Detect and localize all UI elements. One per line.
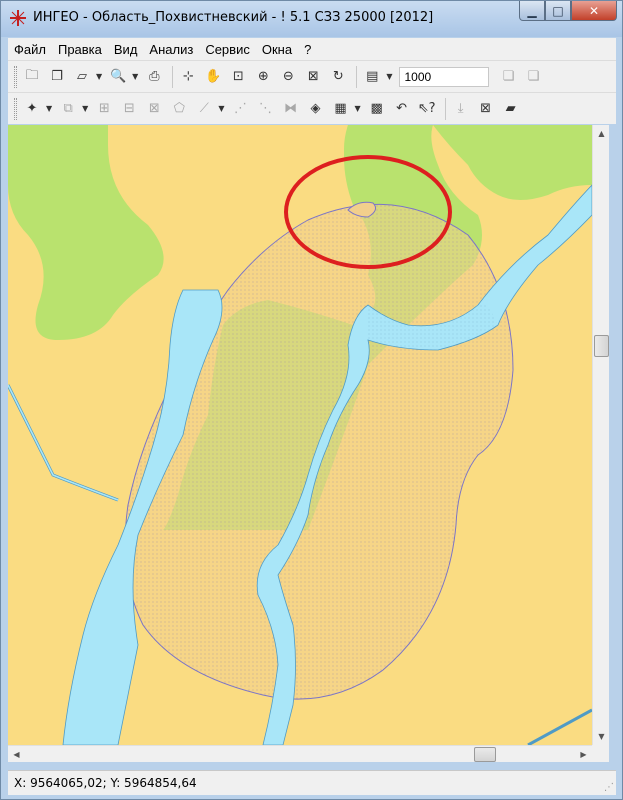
- main-toolbar: 🗀 ❐ ▱▼ 🔍▼ ⎙ ⊹ ✋ ⊡ ⊕ ⊖ ⊠ ↻ ▤▼ ❏ ❏: [8, 60, 616, 92]
- scrollbar-corner: [592, 745, 609, 762]
- toolbar-separator: [444, 97, 446, 120]
- maximize-icon: □: [552, 3, 564, 18]
- zoom-window-icon[interactable]: ⊡: [227, 66, 249, 88]
- menu-file[interactable]: Файл: [14, 42, 46, 57]
- minimize-button[interactable]: ▁: [519, 1, 545, 21]
- toolbar-grip[interactable]: [14, 65, 17, 88]
- toolbar-grip[interactable]: [14, 97, 17, 120]
- menu-bar: Файл Правка Вид Анализ Сервис Окна ?: [8, 38, 616, 60]
- minimize-icon: ▁: [527, 3, 537, 18]
- maximize-button[interactable]: □: [545, 1, 571, 21]
- toolbar-separator: [356, 65, 358, 88]
- polygon-icon[interactable]: ⬠: [168, 98, 190, 120]
- vertical-scrollbar[interactable]: ▲ ▼: [592, 125, 609, 745]
- layer-icon[interactable]: ▰: [500, 98, 522, 120]
- scroll-up-icon[interactable]: ▲: [593, 125, 610, 142]
- resize-grip-icon[interactable]: ⋰: [604, 782, 614, 793]
- window-controls: ▁ □ ✕: [519, 1, 617, 21]
- layer-manager-icon[interactable]: ❐: [46, 66, 68, 88]
- map-canvas[interactable]: [8, 125, 592, 745]
- menu-windows[interactable]: Окна: [262, 42, 292, 57]
- page-paste-icon[interactable]: ❏: [522, 66, 544, 88]
- scale-icon[interactable]: ▤: [361, 66, 383, 88]
- title-bar[interactable]: ИНГЕО - Область_Похвистневский - ! 5.1 С…: [1, 1, 622, 37]
- menu-analysis[interactable]: Анализ: [149, 42, 193, 57]
- measure-icon[interactable]: ⊹: [177, 66, 199, 88]
- copy-object-icon[interactable]: ⧉: [57, 98, 79, 120]
- window-title: ИНГЕО - Область_Похвистневский - ! 5.1 С…: [33, 10, 434, 25]
- style-icon[interactable]: ◈: [304, 98, 326, 120]
- horizontal-scroll-thumb[interactable]: [474, 747, 496, 762]
- app-logo-icon: [10, 10, 26, 26]
- object-delete-icon[interactable]: ⊠: [143, 98, 165, 120]
- chevron-down-icon[interactable]: ▼: [218, 104, 224, 113]
- import-icon[interactable]: ⤓: [450, 98, 472, 120]
- new-object-icon[interactable]: ✦: [21, 98, 43, 120]
- help-pointer-icon[interactable]: ⇖?: [416, 98, 438, 120]
- creek-west: [8, 384, 119, 502]
- status-bar: X: 9564065,02; Y: 5964854,64 ⋰: [8, 770, 616, 795]
- chevron-down-icon[interactable]: ▼: [132, 72, 138, 81]
- eraser-icon[interactable]: ▱: [71, 66, 93, 88]
- scroll-right-icon[interactable]: ▶: [575, 746, 592, 763]
- print-icon[interactable]: ⎙: [143, 66, 165, 88]
- chevron-down-icon[interactable]: ▼: [82, 104, 88, 113]
- zoom-in-icon[interactable]: ⊕: [252, 66, 274, 88]
- creek-east: [527, 708, 592, 745]
- refresh-icon[interactable]: ↻: [327, 66, 349, 88]
- zoom-out-icon[interactable]: ⊖: [277, 66, 299, 88]
- toolbar-separator: [172, 65, 174, 88]
- scroll-left-icon[interactable]: ◀: [8, 746, 25, 763]
- pan-icon[interactable]: ✋: [202, 66, 224, 88]
- close-button[interactable]: ✕: [571, 1, 617, 21]
- map-svg: [8, 125, 592, 745]
- chevron-down-icon[interactable]: ▼: [386, 72, 392, 81]
- line-edit-icon[interactable]: ⟋: [193, 98, 215, 120]
- forest-area-northeast: [433, 125, 592, 200]
- edit-toolbar: ✦ ▼ ⧉ ▼ ⊞ ⊟ ⊠ ⬠ ⟋ ▼ ⋰ ⋱ ⧓ ◈ ▦ ▼ ▩ ↶ ⇖? ⤓ ⊠ ▰: [8, 92, 616, 124]
- scroll-down-icon[interactable]: ▼: [593, 728, 610, 745]
- open-layer-icon[interactable]: 🗀: [21, 66, 43, 88]
- page-copy-icon[interactable]: ❏: [497, 66, 519, 88]
- node-add-icon[interactable]: ⋰: [229, 98, 251, 120]
- merge-icon[interactable]: ⧓: [279, 98, 301, 120]
- app-window: ИНГЕО - Область_Похвистневский - ! 5.1 С…: [0, 0, 623, 800]
- creek-west-inner: [8, 384, 119, 501]
- menu-edit[interactable]: Правка: [58, 42, 102, 57]
- node-delete-icon[interactable]: ⋱: [254, 98, 276, 120]
- table-icon[interactable]: ▦: [329, 98, 351, 120]
- forest-area-west: [8, 125, 164, 340]
- select-icon[interactable]: 🔍: [107, 66, 129, 88]
- semantics-icon[interactable]: ▩: [366, 98, 388, 120]
- export-icon[interactable]: ⊠: [475, 98, 497, 120]
- coordinates-readout: X: 9564065,02; Y: 5964854,64: [14, 776, 197, 790]
- menu-help[interactable]: ?: [304, 42, 311, 57]
- undo-icon[interactable]: ↶: [391, 98, 413, 120]
- menu-service[interactable]: Сервис: [205, 42, 250, 57]
- scale-input[interactable]: [399, 66, 490, 87]
- zoom-extent-icon[interactable]: ⊠: [302, 66, 324, 88]
- menu-view[interactable]: Вид: [114, 42, 138, 57]
- close-icon: ✕: [588, 3, 600, 18]
- horizontal-scrollbar[interactable]: ◀ ▶: [8, 745, 592, 762]
- chevron-down-icon[interactable]: ▼: [354, 104, 360, 113]
- chevron-down-icon[interactable]: ▼: [96, 72, 102, 81]
- vertical-scroll-thumb[interactable]: [594, 335, 609, 357]
- object-edit-icon[interactable]: ⊟: [118, 98, 140, 120]
- chevron-down-icon[interactable]: ▼: [46, 104, 52, 113]
- object-add-icon[interactable]: ⊞: [93, 98, 115, 120]
